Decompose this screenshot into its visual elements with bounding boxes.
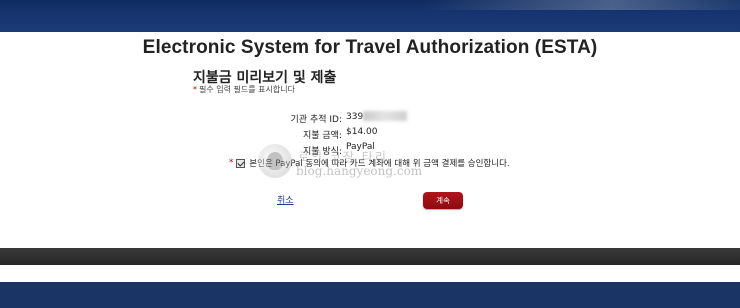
agency-tracking-value: 339: [346, 111, 408, 122]
required-note-text: 필수 입력 필드를 표시합니다: [199, 85, 295, 94]
redacted-blur: [363, 111, 408, 121]
consent-text: 본인은 PayPal 동의에 따라 카드 계좌에 대해 위 금액 결제를 승인합…: [249, 159, 510, 169]
agency-tracking-label: 기관 추적 ID:: [290, 115, 342, 125]
consent-required-star: *: [229, 158, 234, 168]
agency-tracking-visible: 339: [346, 112, 364, 122]
consent-row: * 본인은 PayPal 동의에 따라 카드 계좌에 대해 위 금액 결제를 승…: [229, 157, 510, 169]
payment-method-value: PayPal: [346, 142, 375, 152]
top-header-band: [0, 0, 740, 32]
bottom-blue-band: [0, 282, 740, 308]
consent-checkbox[interactable]: [236, 158, 246, 168]
required-star: *: [193, 85, 197, 94]
required-note: * 필수 입력 필드를 표시합니다: [193, 84, 295, 95]
payment-method-label: 지불 방식:: [302, 147, 342, 157]
main-content: Electronic System for Travel Authorizati…: [0, 32, 740, 248]
footer-dark-band: [0, 248, 740, 265]
footer-white-strip: [0, 265, 740, 282]
payment-amount-label: 지불 금액:: [302, 131, 342, 141]
payment-amount-value: $14.00: [346, 127, 378, 137]
cancel-link[interactable]: 취소: [277, 193, 294, 206]
page-title: Electronic System for Travel Authorizati…: [142, 37, 598, 58]
continue-button[interactable]: 계속: [423, 192, 463, 209]
